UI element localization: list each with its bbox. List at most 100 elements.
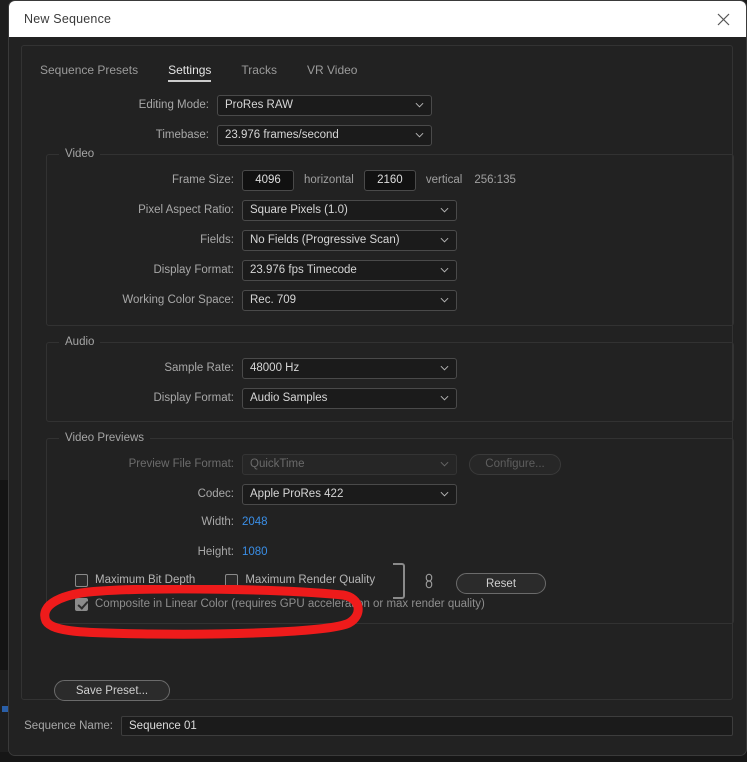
timebase-select[interactable]: 23.976 frames/second xyxy=(217,124,432,146)
audio-display-format-select[interactable]: Audio Samples xyxy=(242,387,457,409)
working-color-space-label: Working Color Space: xyxy=(122,294,234,306)
chevron-down-icon xyxy=(440,365,449,371)
dialog-titlebar: New Sequence xyxy=(9,1,746,37)
audio-display-format-label: Display Format: xyxy=(153,392,234,404)
chevron-down-icon xyxy=(440,395,449,401)
audio-display-format-row: Display Format: Audio Samples xyxy=(47,387,733,409)
composite-in-linear-color-checkbox[interactable]: Composite in Linear Color (requires GPU … xyxy=(75,597,485,611)
max-quality-checkbox-row: Maximum Bit Depth Maximum Render Quality xyxy=(47,571,733,589)
tab-label: VR Video xyxy=(306,63,358,77)
close-icon[interactable] xyxy=(700,1,746,37)
pixel-aspect-ratio-label: Pixel Aspect Ratio: xyxy=(138,204,234,216)
tab-sequence-presets[interactable]: Sequence Presets xyxy=(40,63,154,84)
chevron-down-icon xyxy=(440,297,449,303)
frame-size-row: Frame Size: 4096 horizontal 2160 vertica… xyxy=(47,169,733,191)
audio-display-format-value: Audio Samples xyxy=(250,392,328,404)
preview-file-format-select: QuickTime xyxy=(242,453,457,475)
timebase-row: Timebase: 23.976 frames/second xyxy=(22,124,732,146)
dialog-footer: OK Cancel xyxy=(486,755,732,756)
tab-label: Settings xyxy=(168,63,212,77)
reset-button[interactable]: Reset xyxy=(456,573,546,594)
frame-width-value: 4096 xyxy=(255,174,281,186)
chevron-down-icon xyxy=(440,267,449,273)
maximum-render-quality-label: Maximum Render Quality xyxy=(245,574,376,586)
codec-select[interactable]: Apple ProRes 422 xyxy=(242,483,457,505)
fields-select[interactable]: No Fields (Progressive Scan) xyxy=(242,229,457,251)
chevron-down-icon xyxy=(440,207,449,213)
video-display-format-row: Display Format: 23.976 fps Timecode xyxy=(47,259,733,281)
preview-width-row: Width: 2048 xyxy=(47,513,733,531)
frame-width-input[interactable]: 4096 xyxy=(242,169,294,191)
tab-label: Tracks xyxy=(241,63,277,77)
working-color-space-select[interactable]: Rec. 709 xyxy=(242,289,457,311)
video-display-format-select[interactable]: 23.976 fps Timecode xyxy=(242,259,457,281)
save-preset-button-label: Save Preset... xyxy=(75,684,149,697)
configure-button-label: Configure... xyxy=(485,458,545,470)
editing-mode-select[interactable]: ProRes RAW xyxy=(217,94,432,116)
maximum-render-quality-checkbox[interactable]: Maximum Render Quality xyxy=(225,573,376,587)
preview-width-label: Width: xyxy=(201,516,234,528)
checkbox-checked-icon xyxy=(75,597,88,611)
codec-row: Codec: Apple ProRes 422 xyxy=(47,483,733,505)
editing-mode-row: Editing Mode: ProRes RAW xyxy=(22,94,732,116)
sample-rate-value: 48000 Hz xyxy=(250,362,300,374)
dialog-title: New Sequence xyxy=(24,12,112,26)
working-color-space-value: Rec. 709 xyxy=(250,294,297,306)
timebase-label: Timebase: xyxy=(155,129,209,141)
fields-value: No Fields (Progressive Scan) xyxy=(250,234,400,246)
composite-in-linear-color-label: Composite in Linear Color (requires GPU … xyxy=(95,598,485,610)
sample-rate-select[interactable]: 48000 Hz xyxy=(242,357,457,379)
preview-height-value[interactable]: 1080 xyxy=(242,546,268,558)
audio-group-title: Audio xyxy=(59,336,101,348)
ok-button[interactable]: OK xyxy=(486,755,604,756)
dimension-link-bracket-icon xyxy=(393,563,405,599)
video-previews-group: Video Previews Preview File Format: Quic… xyxy=(46,432,734,624)
maximum-bit-depth-label: Maximum Bit Depth xyxy=(95,574,196,586)
composite-linear-color-row: Composite in Linear Color (requires GPU … xyxy=(47,595,733,613)
audio-group: Audio Sample Rate: 48000 Hz Display Form… xyxy=(46,336,734,422)
tab-vr-video[interactable]: VR Video xyxy=(307,63,373,84)
pixel-aspect-ratio-value: Square Pixels (1.0) xyxy=(250,204,348,216)
frame-size-label: Frame Size: xyxy=(172,174,234,186)
cancel-button[interactable]: Cancel xyxy=(614,755,732,756)
editing-mode-label: Editing Mode: xyxy=(138,99,209,111)
frame-height-value: 2160 xyxy=(377,174,403,186)
maximum-bit-depth-checkbox[interactable]: Maximum Bit Depth xyxy=(75,573,196,587)
chevron-down-icon xyxy=(440,237,449,243)
editing-mode-value: ProRes RAW xyxy=(225,99,293,111)
timebase-value: 23.976 frames/second xyxy=(225,129,339,141)
video-previews-group-title: Video Previews xyxy=(59,432,151,444)
reset-button-label: Reset xyxy=(485,577,517,590)
chevron-down-icon xyxy=(440,461,449,467)
save-preset-button[interactable]: Save Preset... xyxy=(54,680,170,701)
frame-height-input[interactable]: 2160 xyxy=(363,169,416,191)
sequence-name-label: Sequence Name: xyxy=(24,720,113,732)
sequence-name-row: Sequence Name: Sequence 01 xyxy=(21,716,733,736)
preview-height-row: Height: 1080 xyxy=(47,543,733,561)
sample-rate-row: Sample Rate: 48000 Hz xyxy=(47,357,733,379)
checkbox-box-icon xyxy=(75,573,88,587)
fields-row: Fields: No Fields (Progressive Scan) xyxy=(47,229,733,251)
tab-bar: Sequence Presets Settings Tracks VR Vide… xyxy=(22,46,732,84)
video-group: Video Frame Size: 4096 horizontal 2160 v… xyxy=(46,148,734,326)
preview-file-format-label: Preview File Format: xyxy=(128,458,234,470)
working-color-space-row: Working Color Space: Rec. 709 xyxy=(47,289,733,311)
codec-label: Codec: xyxy=(197,488,234,500)
codec-value: Apple ProRes 422 xyxy=(250,488,344,500)
pixel-aspect-ratio-select[interactable]: Square Pixels (1.0) xyxy=(242,199,457,221)
tab-tracks[interactable]: Tracks xyxy=(241,63,293,84)
checkbox-box-icon xyxy=(225,573,239,587)
chevron-down-icon xyxy=(415,132,424,138)
preview-file-format-value: QuickTime xyxy=(250,458,305,470)
configure-button: Configure... xyxy=(469,453,561,475)
tab-settings[interactable]: Settings xyxy=(168,63,227,84)
sequence-name-input[interactable]: Sequence 01 xyxy=(121,716,733,736)
tab-label: Sequence Presets xyxy=(40,63,139,77)
video-display-format-value: 23.976 fps Timecode xyxy=(250,264,357,276)
fields-label: Fields: xyxy=(200,234,234,246)
chain-link-icon[interactable] xyxy=(422,573,436,589)
dialog-body: Sequence Presets Settings Tracks VR Vide… xyxy=(9,37,746,756)
video-display-format-label: Display Format: xyxy=(153,264,234,276)
settings-panel: Sequence Presets Settings Tracks VR Vide… xyxy=(21,45,734,701)
preview-width-value[interactable]: 2048 xyxy=(242,516,268,528)
